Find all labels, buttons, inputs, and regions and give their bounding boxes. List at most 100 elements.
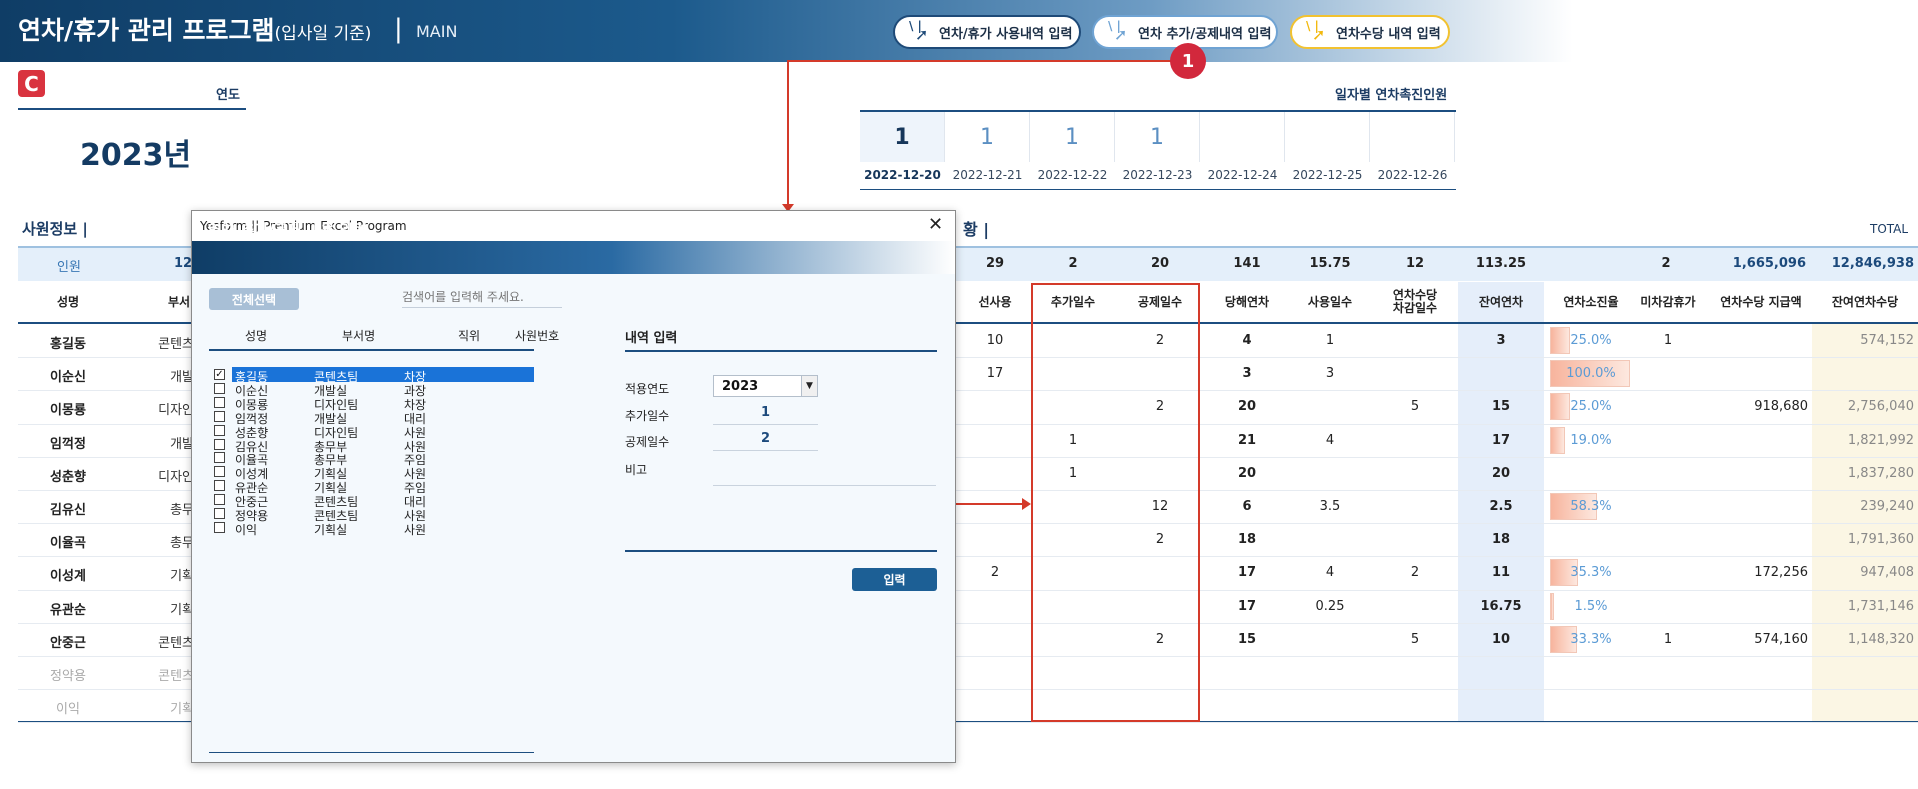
leave-allowance-input-button[interactable]: \ | ➚ 연차수당 내역 입력 bbox=[1290, 15, 1450, 49]
employee-checkbox[interactable] bbox=[214, 508, 225, 519]
summary-remaining: 113.25 bbox=[1475, 256, 1527, 271]
daily-count-cell bbox=[1200, 112, 1285, 162]
employee-name: 정약용 bbox=[50, 669, 86, 684]
employee-checkbox[interactable] bbox=[214, 424, 225, 436]
summary-count: 12 bbox=[174, 256, 193, 271]
divider bbox=[713, 424, 818, 425]
summary-advance: 29 bbox=[985, 256, 1005, 271]
employee-checkbox[interactable]: ✓ bbox=[214, 369, 225, 380]
chevron-down-icon[interactable]: ▼ bbox=[801, 376, 817, 396]
advance-days: 2 bbox=[990, 565, 1000, 581]
final-remaining-allowance: 239,240 bbox=[1860, 499, 1914, 514]
year-value[interactable]: 2023년 bbox=[80, 130, 191, 174]
current-leave: 17 bbox=[1237, 598, 1257, 614]
final-remaining-allowance: 1,731,146 bbox=[1847, 598, 1914, 614]
summary-label: 인원 bbox=[57, 260, 81, 275]
col-header-current: 당해연차 bbox=[1224, 295, 1270, 309]
pointer-click-icon: \ | ➚ bbox=[1306, 19, 1326, 44]
employee-checkbox[interactable] bbox=[214, 480, 225, 492]
employee-checkbox[interactable] bbox=[214, 396, 225, 408]
submit-button[interactable]: 입력 bbox=[852, 568, 937, 591]
annotation-arrow-right bbox=[1022, 498, 1031, 510]
employee-dept: 총무 bbox=[170, 536, 194, 552]
remaining-leave: 16.75 bbox=[1480, 598, 1522, 614]
summary-allowance-paid: 1,665,096 bbox=[1732, 256, 1806, 271]
current-leave: 6 bbox=[1242, 499, 1252, 514]
current-leave: 3 bbox=[1242, 366, 1252, 382]
daily-date-label: 2022-12-24 bbox=[1207, 168, 1278, 182]
add-days-field[interactable]: 1 bbox=[713, 405, 818, 420]
employee-name: 임꺽정 bbox=[50, 436, 86, 452]
rate-value: 1.5% bbox=[1574, 598, 1608, 614]
daily-count-cell: 1 bbox=[1030, 112, 1115, 162]
employee-checkbox[interactable] bbox=[214, 410, 225, 422]
selected-row-highlight bbox=[232, 367, 534, 382]
annotation-line bbox=[787, 60, 789, 210]
final-remaining-allowance: 947,408 bbox=[1860, 565, 1914, 581]
allowance-paid: 574,160 bbox=[1754, 631, 1808, 647]
year-label: 연도 bbox=[216, 88, 240, 103]
col-header-name: 성명 bbox=[56, 295, 80, 309]
pointer-click-icon: \ | ➚ bbox=[909, 19, 929, 44]
employee-dept: 콘텐츠 bbox=[158, 337, 194, 352]
daily-date-label: 2022-12-21 bbox=[952, 168, 1023, 182]
deduct-days-field[interactable]: 2 bbox=[713, 431, 818, 446]
memo-field[interactable] bbox=[713, 454, 936, 486]
allowance-paid: 918,680 bbox=[1754, 399, 1808, 415]
page-label: MAIN bbox=[416, 22, 458, 41]
used-days: 3.5 bbox=[1319, 499, 1341, 514]
summary-final-remaining: 12,846,938 bbox=[1831, 256, 1914, 271]
leave-usage-input-button[interactable]: \ | ➚ 연차/휴가 사용내역 입력 bbox=[893, 15, 1081, 49]
employee-info-section-title: 사원정보 | bbox=[22, 220, 88, 238]
list-header-emp-no: 사원번호 bbox=[515, 329, 560, 343]
used-days: 4 bbox=[1325, 565, 1335, 581]
allowance-deduct-days: 2 bbox=[1410, 565, 1420, 581]
employee-checkbox[interactable] bbox=[214, 438, 225, 450]
close-icon[interactable]: ✕ bbox=[928, 214, 943, 235]
status-section-title: 황 | bbox=[963, 220, 990, 239]
rate-value: 33.3% bbox=[1570, 631, 1612, 647]
rate-value: 25.0% bbox=[1570, 399, 1612, 415]
app-title: 연차/휴가 관리 프로그램(입사일 기준) bbox=[18, 16, 372, 45]
final-remaining-allowance: 1,148,320 bbox=[1847, 631, 1914, 647]
divider bbox=[625, 550, 937, 552]
col-header-used: 사용일수 bbox=[1307, 295, 1353, 309]
col-header-rate: 연차소진율 bbox=[1563, 295, 1619, 309]
step-marker-badge: 1 bbox=[1170, 43, 1206, 79]
divider bbox=[18, 108, 246, 110]
list-employee-position[interactable]: 사원 bbox=[404, 521, 426, 538]
current-leave: 15 bbox=[1237, 631, 1257, 647]
dialog-body: 전체선택 성명 부서명 직위 사원번호 ✓홍길동콘텐츠팀차장이순신개발실과장이몽… bbox=[192, 274, 955, 762]
remaining-leave: 18 bbox=[1491, 532, 1511, 548]
employee-dept: 총무 bbox=[170, 503, 194, 518]
daily-date-label: 2022-12-26 bbox=[1377, 168, 1448, 182]
current-leave: 21 bbox=[1237, 432, 1257, 448]
employee-dept: 디자인 bbox=[158, 469, 194, 485]
final-allowance-column-highlight bbox=[1812, 322, 1918, 722]
employee-name: 김유신 bbox=[50, 503, 86, 518]
final-remaining-allowance: 1,837,280 bbox=[1847, 465, 1914, 481]
employee-checkbox[interactable] bbox=[214, 466, 225, 478]
employee-checkbox[interactable] bbox=[214, 452, 225, 464]
employee-dept: 디자인 bbox=[158, 403, 194, 419]
unsent-leave: 1 bbox=[1663, 333, 1673, 348]
pointer-click-icon: \ | ➚ bbox=[1108, 19, 1128, 44]
deduct-days-label: 공제일수 bbox=[625, 435, 670, 449]
list-employee-dept[interactable]: 기획실 bbox=[314, 521, 347, 538]
col-header-unsent: 미차감휴가 bbox=[1640, 295, 1696, 309]
employee-dept: 기획 bbox=[170, 702, 194, 718]
employee-checkbox[interactable] bbox=[214, 382, 225, 394]
adjust-dialog: Yesform || Premium Excel Program ✕ 연차 추가… bbox=[191, 210, 956, 763]
employee-checkbox[interactable] bbox=[214, 494, 225, 506]
apply-year-label: 적용연도 bbox=[625, 382, 670, 396]
daily-date-label: 2022-12-22 bbox=[1037, 168, 1108, 182]
current-leave: 4 bbox=[1242, 333, 1252, 348]
list-employee-name[interactable]: 이익 bbox=[235, 521, 257, 538]
advance-days: 10 bbox=[986, 333, 1004, 348]
remaining-leave: 17 bbox=[1491, 432, 1511, 448]
employee-name: 안중근 bbox=[50, 635, 86, 651]
employee-dept: 개발 bbox=[170, 436, 194, 452]
search-input[interactable] bbox=[402, 286, 562, 308]
employee-checkbox[interactable] bbox=[214, 521, 225, 533]
select-all-button[interactable]: 전체선택 bbox=[209, 288, 299, 310]
